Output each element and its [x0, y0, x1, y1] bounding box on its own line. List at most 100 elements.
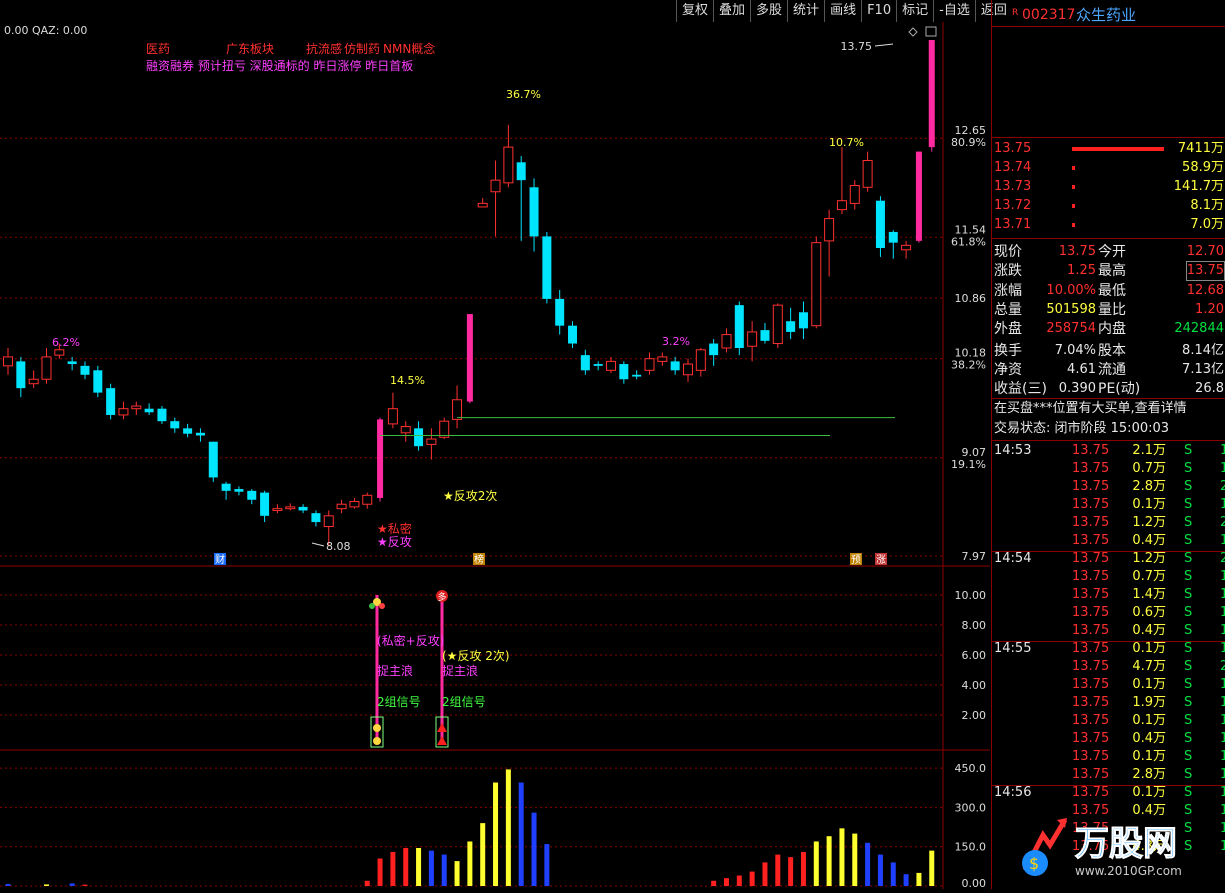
toolbar-button-4[interactable]: 画线: [824, 0, 861, 22]
tick-price: 13.75: [1072, 569, 1110, 584]
tick-side: S: [1184, 551, 1193, 566]
tick-time: 14:53: [994, 443, 1032, 458]
order-book-row[interactable]: 13.74 58.9万: [992, 159, 1225, 177]
quote-label: 量比: [1098, 301, 1126, 318]
ask-volume: 141.7万: [1173, 179, 1224, 194]
tick-row: 13.75 0.1万 S 1: [992, 748, 1225, 766]
order-book-row[interactable]: 13.72 8.1万: [992, 197, 1225, 215]
candle-body: [836, 200, 847, 211]
price-axis-label: 61.8%: [951, 235, 986, 248]
candle-body: [195, 432, 205, 436]
candle-body: [377, 419, 384, 498]
volume-bar: [711, 880, 717, 886]
quote-label: PE(动): [1098, 381, 1141, 398]
tick-price: 13.75: [1072, 461, 1110, 476]
tick-price: 13.75: [1072, 587, 1110, 602]
candle-body: [555, 298, 565, 326]
toolbar-button-1[interactable]: 叠加: [713, 0, 750, 22]
tick-row: 13.75 2.8万 S 2: [992, 478, 1225, 496]
toolbar-button-2[interactable]: 多股: [750, 0, 787, 22]
volume-bar: [1072, 147, 1164, 151]
volume-bar: [5, 883, 11, 886]
quote-value: 7.13亿: [1182, 361, 1224, 377]
signal-text: 捉主浪: [377, 663, 413, 678]
candle-body: [734, 305, 744, 348]
trade-status-text: 交易状态: 闭市阶段 15:00:03: [994, 421, 1170, 436]
volume-bar: [736, 875, 742, 886]
tick-count: 1: [1220, 749, 1225, 764]
tick-count: 2: [1220, 479, 1225, 494]
candle-body: [400, 426, 411, 434]
watermark-logo: $ 万股网 www.2010GP.com: [1005, 815, 1220, 889]
volume-axis-label: 0.00: [962, 877, 987, 889]
quote-row: 净资 4.61 流通 7.13亿: [992, 361, 1225, 379]
tick-side: S: [1184, 713, 1193, 728]
tick-count: 2: [1220, 515, 1225, 530]
candle-body: [760, 330, 770, 341]
window-icon: [925, 26, 937, 37]
tick-row: 14:56 13.75 0.1万 S 1: [992, 784, 1225, 802]
price-axis-label: 80.9%: [951, 136, 986, 149]
notice-link[interactable]: 在买盘***位置有大买单,查看详情: [992, 400, 1225, 418]
candle-body: [247, 490, 257, 500]
toolbar-button-7[interactable]: -自选: [933, 0, 975, 22]
volume-bar: [1072, 223, 1075, 227]
quote-row: 涨跌 1.25 最高 13.75: [992, 261, 1225, 282]
tick-row: 13.75 0.7万 S 1: [992, 568, 1225, 586]
tick-price: 13.75: [1072, 767, 1110, 782]
candle-body: [93, 370, 103, 393]
candle-body: [183, 428, 193, 434]
tick-price: 13.75: [1072, 623, 1110, 638]
volume-bar: [762, 862, 768, 886]
tick-count: 2: [1220, 659, 1225, 674]
tick-side: S: [1184, 497, 1193, 512]
indicator-label: 0.00 QAZ: 0.00: [4, 24, 87, 37]
candle-body: [811, 242, 822, 327]
quote-row: 收益(三) 0.390 PE(动) 26.8: [992, 380, 1225, 398]
signal-axis-label: 4.00: [962, 679, 987, 692]
quote-value: 13.75: [1185, 261, 1225, 282]
toolbar-button-5[interactable]: F10: [861, 0, 896, 22]
tick-price: 13.75: [1072, 479, 1110, 494]
quote-label: 总量: [994, 301, 1022, 318]
quote-value: 12.68: [1186, 282, 1224, 298]
tick-volume: 1.9万: [1132, 695, 1166, 710]
candle-body: [336, 503, 347, 510]
quote-row: 涨幅 10.00% 最低 12.68: [992, 282, 1225, 300]
volume-bar: [852, 833, 858, 886]
concept-tag: NMN概念: [383, 41, 435, 56]
notice-text[interactable]: 在买盘***位置有大买单,查看详情: [994, 400, 1187, 418]
volume-bar: [813, 841, 819, 886]
tick-volume: 0.1万: [1132, 713, 1166, 728]
candle-body: [721, 334, 732, 349]
ask-price: 13.71: [994, 217, 1032, 232]
tick-side: S: [1184, 641, 1193, 656]
quote-row: 现价 13.75 今开 12.70: [992, 243, 1225, 261]
tick-row: 13.75 0.6万 S 1: [992, 604, 1225, 622]
event-badge-label: 榜: [474, 553, 484, 566]
candle-body: [414, 428, 424, 447]
tick-row: 13.75 0.4万 S 1: [992, 622, 1225, 640]
toolbar-button-3[interactable]: 统计: [787, 0, 824, 22]
tick-side: S: [1184, 623, 1193, 638]
order-book-row[interactable]: 13.71 7.0万: [992, 216, 1225, 234]
tick-side: S: [1184, 587, 1193, 602]
order-book-row[interactable]: 13.73 141.7万: [992, 178, 1225, 196]
tick-side: S: [1184, 677, 1193, 692]
toolbar-button-0[interactable]: 复权: [676, 0, 713, 22]
kline-chart[interactable]: 12.6580.9%11.5461.8%10.8610.1838.2%9.071…: [0, 22, 990, 889]
volume-axis-label: 300.0: [955, 801, 987, 814]
tick-volume: 0.4万: [1132, 731, 1166, 746]
ask-price: 13.73: [994, 179, 1032, 194]
price-axis-label: 19.1%: [951, 458, 986, 471]
candle-body: [170, 421, 180, 429]
signal-text: (★反攻 2次): [442, 649, 510, 663]
volume-axis-label: 150.0: [955, 841, 987, 854]
candle-body: [747, 331, 758, 347]
signal-text: 2组信号: [377, 695, 421, 709]
toolbar-button-6[interactable]: 标记: [896, 0, 933, 22]
tick-time: 14:55: [994, 641, 1032, 656]
tick-price: 13.75: [1072, 785, 1110, 800]
candle-body: [466, 314, 473, 402]
order-book-row[interactable]: 13.75 7411万: [992, 140, 1225, 158]
